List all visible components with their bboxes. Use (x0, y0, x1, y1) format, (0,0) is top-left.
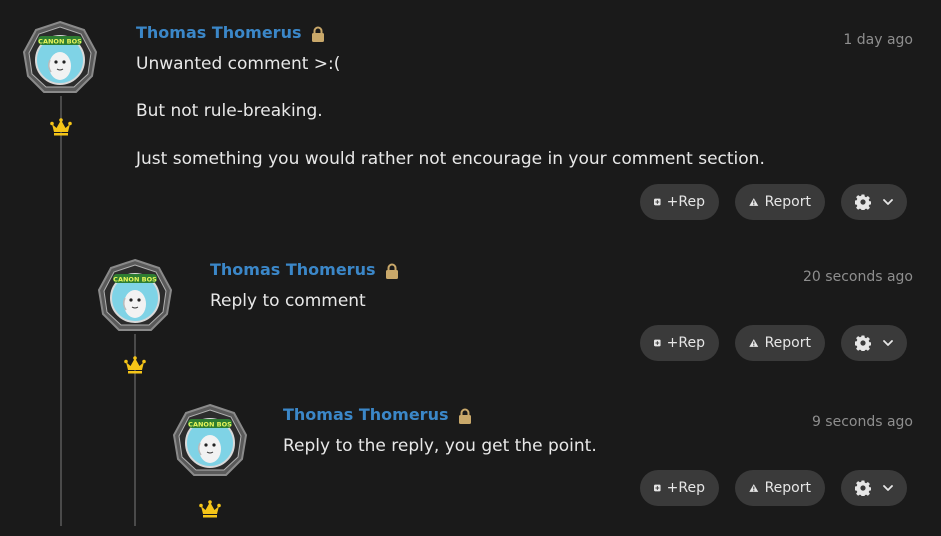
rep-label: +Rep (666, 480, 705, 496)
author-row: Thomas Thomerus (136, 22, 325, 42)
author-name[interactable]: Thomas Thomerus (210, 260, 375, 279)
rep-label: +Rep (666, 335, 705, 351)
plus-square-icon (654, 336, 661, 350)
report-label: Report (764, 480, 811, 496)
crown-icon (199, 500, 221, 518)
gear-icon (855, 194, 871, 210)
lock-icon (458, 408, 472, 424)
settings-dropdown-button[interactable] (841, 325, 907, 361)
chevron-down-icon (883, 485, 893, 491)
settings-dropdown-button[interactable] (841, 470, 907, 506)
settings-dropdown-button[interactable] (841, 184, 907, 220)
comment-paragraph: Unwanted comment >:( (136, 54, 341, 74)
avatar[interactable] (97, 258, 173, 334)
warning-triangle-icon (749, 195, 759, 209)
lock-icon (311, 26, 325, 42)
comment-thread: Thomas Thomerus 1 day ago Unwanted comme… (0, 0, 941, 536)
comment-body: Unwanted comment >:( But not rule-breaki… (136, 54, 765, 169)
comment-body: Reply to the reply, you get the point. (283, 436, 597, 456)
gear-icon (855, 480, 871, 496)
comment-actions: +Rep Report (640, 470, 907, 506)
author-name[interactable]: Thomas Thomerus (283, 405, 448, 424)
gear-icon (855, 335, 871, 351)
crown-icon (124, 356, 146, 374)
chevron-down-icon (883, 199, 893, 205)
comment-actions: +Rep Report (640, 325, 907, 361)
timestamp: 9 seconds ago (811, 414, 913, 430)
comment-paragraph: Reply to comment (210, 291, 366, 311)
rep-label: +Rep (666, 194, 705, 210)
author-name[interactable]: Thomas Thomerus (136, 23, 301, 42)
avatar[interactable] (22, 20, 98, 96)
timestamp: 20 seconds ago (803, 269, 913, 285)
crown-icon (50, 118, 72, 136)
thread-line (60, 96, 62, 526)
comment-actions: +Rep Report (640, 184, 907, 220)
plus-square-icon (654, 195, 661, 209)
comment-paragraph: Reply to the reply, you get the point. (283, 436, 597, 456)
timestamp: 1 day ago (843, 32, 913, 48)
report-label: Report (764, 194, 811, 210)
avatar[interactable] (172, 403, 248, 479)
comment-body: Reply to comment (210, 291, 366, 311)
report-button[interactable]: Report (735, 470, 825, 506)
lock-icon (385, 263, 399, 279)
comment-paragraph: Just something you would rather not enco… (136, 148, 765, 169)
comment-paragraph: But not rule-breaking. (136, 101, 323, 122)
report-button[interactable]: Report (735, 184, 825, 220)
warning-triangle-icon (749, 481, 759, 495)
rep-button[interactable]: +Rep (640, 184, 719, 220)
rep-button[interactable]: +Rep (640, 325, 719, 361)
rep-button[interactable]: +Rep (640, 470, 719, 506)
author-row: Thomas Thomerus (210, 259, 399, 279)
chevron-down-icon (883, 340, 893, 346)
report-button[interactable]: Report (735, 325, 825, 361)
report-label: Report (764, 335, 811, 351)
warning-triangle-icon (749, 336, 759, 350)
author-row: Thomas Thomerus (283, 404, 472, 424)
plus-square-icon (654, 481, 661, 495)
